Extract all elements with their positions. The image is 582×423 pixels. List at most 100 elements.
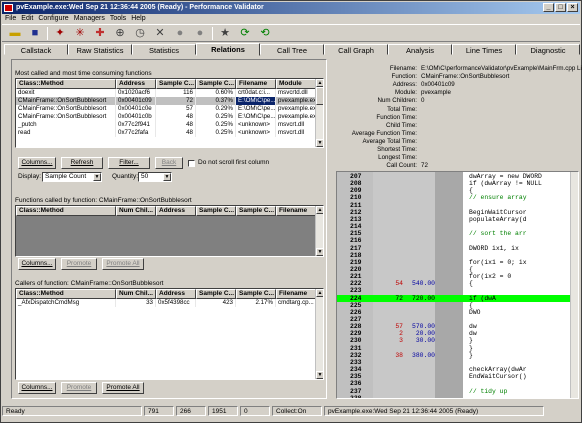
menu-help[interactable]: Help [131, 14, 145, 24]
column-header[interactable]: Sample C... [196, 206, 236, 216]
quantity-select[interactable]: 50 ▼ [138, 172, 172, 182]
no-scroll-checkbox[interactable] [188, 160, 195, 167]
collect-green-icon[interactable]: ⟲ [257, 26, 273, 41]
attach-icon[interactable]: ✚ [92, 26, 108, 41]
tab-line-times[interactable]: Line Times [452, 44, 516, 55]
column-header[interactable]: Module [276, 79, 316, 89]
info-key: Average Function Time: [351, 129, 417, 137]
vertical-scrollbar[interactable]: ▲ ▼ [315, 289, 323, 379]
table-row[interactable]: _putch 0x77c2f941 48 0.25% <unknown> msvcrt.d… [16, 121, 323, 129]
column-header[interactable]: Address [156, 206, 196, 216]
info-value: 72 [421, 162, 428, 170]
column-header[interactable]: Sample C... [156, 79, 196, 89]
display-select[interactable]: Sample Count ▼ [42, 172, 102, 182]
tab-diagnostic[interactable]: Diagnostic [516, 44, 580, 55]
column-header[interactable]: Filename [236, 79, 276, 89]
table-cell: <unknown> [236, 121, 276, 129]
back-button[interactable]: Back [155, 157, 183, 169]
code-text: BeginWaitCursor [469, 208, 527, 216]
column-header[interactable]: Num Chil... [116, 206, 156, 216]
refresh-green-icon[interactable]: ⟳ [237, 26, 253, 41]
wait-icon[interactable]: ⊕ [112, 26, 128, 41]
tab-call-graph[interactable]: Call Graph [324, 44, 388, 55]
timer-icon[interactable]: ◷ [132, 26, 148, 41]
menu-tools[interactable]: Tools [110, 14, 126, 24]
table-row[interactable]: read 0x77c2fafa 48 0.25% <unknown> msvcrt.dll [16, 129, 323, 137]
source-code-view[interactable]: 207 dwArray = new DWORD 208 if (dwArray != … [336, 171, 579, 399]
code-line: 227 [337, 316, 573, 323]
column-header[interactable]: Sample C... [236, 289, 276, 299]
promote-all-button-2[interactable]: Promote All [102, 258, 144, 270]
line-number: 229 [350, 330, 362, 338]
column-header[interactable]: Address [156, 289, 196, 299]
menu-edit[interactable]: Edit [21, 14, 33, 24]
code-line: 209 { [337, 187, 573, 194]
table-row[interactable]: CMainFrame::OnSortBubblesort 0x00401c09 72… [16, 97, 323, 105]
column-header[interactable]: Num Chil... [116, 289, 156, 299]
code-line: 223 [337, 287, 573, 294]
table-row[interactable]: doexit 0x1020acf6 116 0.60% crt0dat.c:i... ms… [16, 89, 323, 97]
column-header[interactable]: Address [116, 79, 156, 89]
menu-bar: File Edit Configure Managers Tools Help [2, 14, 146, 24]
callers-grid[interactable]: Class::Method Num Chil... Address Sample C.… [15, 288, 324, 380]
code-text: } [469, 351, 473, 359]
save-icon[interactable]: ■ [27, 26, 43, 41]
filter-button[interactable]: Filter... [108, 157, 150, 169]
table-cell: 0x00401c09 [116, 97, 156, 105]
inject-icon[interactable]: ✳ [72, 26, 88, 41]
sample-time: 20.00 [415, 330, 435, 338]
close-button[interactable]: × [567, 3, 578, 12]
column-header[interactable]: Sample C... [236, 206, 276, 216]
launch-icon[interactable]: ✦ [52, 26, 68, 41]
tab-callstack[interactable]: Callstack [4, 44, 68, 55]
table-row[interactable]: CMainFrame::OnSortBubblesort 0x00401c0b 48… [16, 113, 323, 121]
refresh-button[interactable]: Refresh [61, 157, 103, 169]
promote-all-button-3[interactable]: Promote All [102, 382, 144, 394]
most-called-grid[interactable]: Class::Method Address Sample C... Sample C.… [15, 78, 324, 148]
tab-statistics[interactable]: Statistics [132, 44, 196, 55]
vertical-scrollbar[interactable]: ▲ ▼ [315, 79, 323, 147]
open-folder-icon[interactable]: ▬ [7, 26, 23, 41]
column-header[interactable]: Class::Method [16, 79, 116, 89]
line-number: 237 [350, 387, 362, 395]
menu-configure[interactable]: Configure [38, 14, 68, 24]
called-by-grid[interactable]: Class::Method Num Chil... Address Sample C.… [15, 205, 324, 257]
code-text: } [469, 337, 473, 345]
menu-file[interactable]: File [5, 14, 16, 24]
promote-button-2[interactable]: Promote [61, 258, 97, 270]
promote-button-3[interactable]: Promote [61, 382, 97, 394]
tab-call-tree[interactable]: Call Tree [260, 44, 324, 55]
menu-managers[interactable]: Managers [74, 14, 105, 24]
column-header[interactable]: Filename [276, 289, 316, 299]
info-key: Num Children: [377, 97, 417, 105]
info-row: Address: 0x00401c09 [333, 81, 579, 89]
tab-analysis[interactable]: Analysis [388, 44, 452, 55]
run-icon[interactable]: ★ [217, 26, 233, 41]
callers-section: Callers of function: CMainFrame::OnSortB… [15, 280, 324, 380]
table-cell: msvcrt.dll [276, 129, 316, 137]
code-line: 226 DWO [337, 309, 573, 316]
code-line: 220 { [337, 266, 573, 273]
code-scrollbar[interactable] [570, 172, 578, 398]
columns-button-1[interactable]: Columns... [18, 157, 56, 169]
maximize-button[interactable]: □ [555, 3, 566, 12]
columns-button-3[interactable]: Columns... [18, 382, 56, 394]
stop-icon[interactable]: ● [172, 26, 188, 41]
pause-icon[interactable]: ● [192, 26, 208, 41]
grid-header: Class::Method Num Chil... Address Sample C.… [16, 206, 323, 216]
columns-button-2[interactable]: Columns... [18, 258, 56, 270]
table-cell: CMainFrame::OnSortBubblesort [16, 97, 116, 105]
minimize-button[interactable]: _ [543, 3, 554, 12]
tab-raw-statistics[interactable]: Raw Statistics [68, 44, 132, 55]
table-row[interactable]: CMainFrame::OnSortBubblesort 0x00401c0e 57… [16, 105, 323, 113]
table-row[interactable]: _AfxDispatchCmdMsg 33 0x5f4398cc 423 2.17% cm… [16, 299, 323, 307]
column-header[interactable]: Sample C... [196, 79, 236, 89]
column-header[interactable]: Class::Method [16, 206, 116, 216]
column-header[interactable]: Class::Method [16, 289, 116, 299]
tools-icon[interactable]: ✕ [152, 26, 168, 41]
vertical-scrollbar[interactable]: ▲ ▼ [315, 206, 323, 256]
column-header[interactable]: Sample C... [196, 289, 236, 299]
column-header[interactable]: Filename [276, 206, 316, 216]
table-cell: doexit [16, 89, 116, 97]
tab-relations[interactable]: Relations [196, 43, 260, 56]
